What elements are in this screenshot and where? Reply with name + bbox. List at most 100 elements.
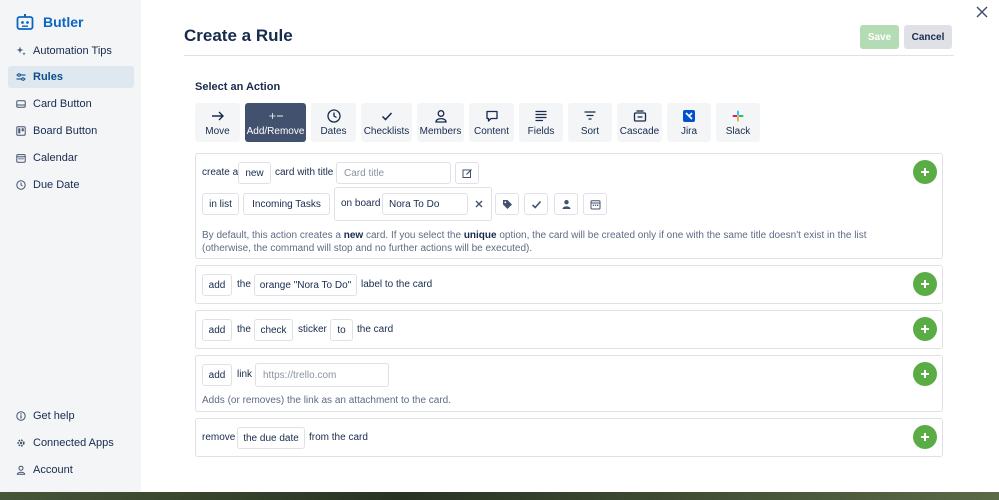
board-icon — [16, 126, 26, 136]
label-button[interactable] — [495, 193, 519, 215]
sticker-selector-pill[interactable]: check — [254, 319, 293, 341]
checklist-button[interactable] — [524, 193, 548, 215]
due-date-button[interactable] — [583, 193, 607, 215]
add-action-button[interactable] — [913, 160, 937, 184]
butler-robot-icon — [16, 14, 34, 30]
link-url-input[interactable] — [255, 363, 389, 387]
tab-fields[interactable]: Fields — [519, 103, 563, 142]
add-remove-pill[interactable]: add — [202, 364, 232, 386]
rule-text: the — [237, 324, 251, 335]
butler-brand[interactable]: Butler — [16, 12, 83, 32]
tag-icon — [502, 199, 512, 209]
sidebar-item-automation-tips[interactable]: Automation Tips — [8, 40, 134, 62]
tab-checklists[interactable]: Checklists — [361, 103, 412, 142]
tab-label: Jira — [680, 125, 698, 137]
sidebar-item-calendar[interactable]: Calendar — [8, 147, 134, 169]
tab-label: Fields — [527, 125, 555, 137]
brand-name: Butler — [43, 14, 84, 30]
sidebar-item-due-date[interactable]: Due Date — [8, 174, 134, 196]
add-remove-pill[interactable]: add — [202, 274, 232, 296]
tab-label: Slack — [725, 125, 751, 137]
in-list-pill[interactable]: in list — [202, 193, 239, 215]
sidebar-item-label: Due Date — [33, 179, 80, 191]
sidebar-item-rules[interactable]: Rules — [8, 66, 134, 88]
plus-icon — [921, 280, 929, 288]
jira-icon — [683, 109, 695, 122]
save-button[interactable]: Save — [860, 25, 899, 49]
tab-add-remove[interactable]: Add/Remove — [245, 103, 306, 142]
speech-bubble-icon — [485, 110, 498, 122]
due-date-pill[interactable]: the due date — [237, 427, 305, 449]
tab-move[interactable]: Move — [195, 103, 240, 142]
sidebar: Butler Automation Tips Rules Card Button… — [0, 0, 141, 492]
rule-text: link — [237, 369, 253, 380]
board-name-field[interactable]: Nora To Do — [382, 193, 468, 215]
plus-minus-icon — [269, 112, 283, 119]
sidebar-item-label: Calendar — [33, 152, 78, 164]
close-icon[interactable] — [974, 4, 990, 20]
add-action-button[interactable] — [913, 317, 937, 341]
action-create-card: create a new card with title in list Inc… — [195, 153, 943, 259]
card-title-input[interactable] — [336, 162, 451, 184]
user-icon — [562, 199, 570, 209]
lines-icon — [535, 110, 547, 121]
plus-icon — [921, 370, 929, 378]
help-text-bold: new — [343, 230, 364, 241]
rule-text: label to the card — [361, 279, 433, 290]
sidebar-item-connected-apps[interactable]: Connected Apps — [8, 432, 134, 454]
rule-editor: Create a Rule Save Cancel Select an Acti… — [141, 0, 966, 492]
tab-label: Move — [205, 125, 230, 137]
tab-jira[interactable]: Jira — [667, 103, 711, 142]
page-title: Create a Rule — [184, 26, 293, 45]
rule-text: create a — [202, 167, 239, 178]
rule-text: the — [237, 279, 251, 290]
sidebar-item-board-button[interactable]: Board Button — [8, 120, 134, 142]
action-add-label: add the orange "Nora To Do" label to the… — [195, 265, 943, 304]
label-selector-pill[interactable]: orange "Nora To Do" — [254, 274, 357, 296]
edit-icon — [462, 168, 472, 178]
sidebar-item-label: Get help — [33, 410, 75, 422]
tab-label: Cascade — [619, 125, 660, 137]
card-icon — [16, 100, 26, 108]
add-action-button[interactable] — [913, 362, 937, 386]
sliders-icon — [16, 73, 26, 81]
clock-icon — [326, 108, 341, 123]
add-remove-pill[interactable]: add — [202, 319, 232, 341]
right-gutter — [966, 0, 999, 492]
tab-content[interactable]: Content — [469, 103, 514, 142]
section-title: Select an Action — [195, 81, 281, 93]
sidebar-item-label: Card Button — [33, 98, 92, 110]
tab-slack[interactable]: Slack — [716, 103, 760, 142]
action-add-sticker: add the check sticker to the card — [195, 310, 943, 349]
new-option-pill[interactable]: new — [238, 162, 271, 184]
tab-sort[interactable]: Sort — [568, 103, 612, 142]
add-action-button[interactable] — [913, 272, 937, 296]
sidebar-item-label: Account — [33, 464, 73, 476]
to-from-pill[interactable]: to — [330, 319, 353, 341]
tab-label: Add/Remove — [246, 125, 305, 137]
sidebar-item-card-button[interactable]: Card Button — [8, 93, 134, 115]
user-icon — [434, 109, 447, 123]
user-icon — [16, 465, 26, 475]
board-selector-group: on board Nora To Do — [334, 187, 492, 221]
gear-icon — [17, 439, 25, 447]
tab-members[interactable]: Members — [417, 103, 464, 142]
member-button[interactable] — [554, 193, 578, 215]
sidebar-item-account[interactable]: Account — [8, 459, 134, 481]
list-name-field[interactable]: Incoming Tasks — [243, 193, 330, 215]
tab-dates[interactable]: Dates — [311, 103, 356, 142]
tab-label: Checklists — [363, 125, 410, 137]
clock-icon — [16, 180, 26, 190]
clear-icon[interactable] — [474, 199, 484, 209]
tab-cascade[interactable]: Cascade — [617, 103, 662, 142]
rule-text: from the card — [309, 432, 368, 443]
edit-title-button[interactable] — [455, 162, 479, 184]
arrow-right-icon — [211, 111, 224, 120]
sidebar-item-get-help[interactable]: Get help — [8, 405, 134, 427]
add-action-button[interactable] — [913, 425, 937, 449]
slack-icon — [732, 110, 744, 121]
cancel-button[interactable]: Cancel — [904, 25, 952, 49]
header-divider — [184, 55, 954, 56]
checkmark-icon — [381, 111, 392, 121]
calendar-icon — [16, 154, 26, 163]
